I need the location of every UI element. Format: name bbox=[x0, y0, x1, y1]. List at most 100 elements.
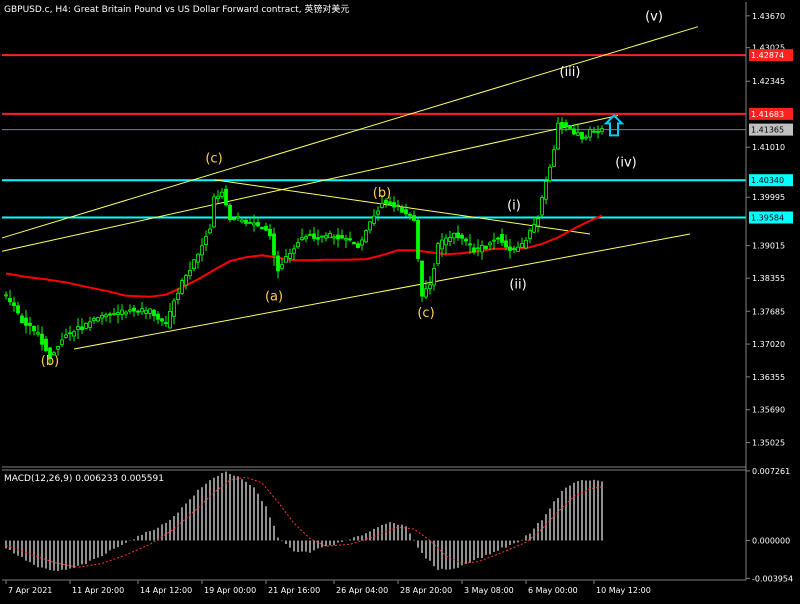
candle-body bbox=[416, 219, 420, 259]
wave-label: (c) bbox=[205, 151, 222, 166]
price-tick-label: 1.39995 bbox=[752, 193, 785, 202]
candle-body bbox=[100, 314, 104, 319]
candle-body bbox=[464, 238, 468, 242]
candle-body bbox=[452, 232, 456, 239]
price-tick-label: 1.35690 bbox=[752, 406, 785, 415]
candle-body bbox=[144, 309, 148, 314]
candle-body bbox=[208, 228, 212, 234]
candle-body bbox=[576, 132, 580, 136]
candle-body bbox=[584, 136, 588, 139]
candle-body bbox=[288, 252, 292, 259]
candle-body bbox=[92, 318, 96, 321]
candle-body bbox=[204, 236, 208, 245]
candle-body bbox=[124, 311, 128, 315]
candle-body bbox=[420, 260, 424, 297]
candle-body bbox=[224, 188, 228, 206]
candle-body bbox=[252, 222, 256, 226]
candle-body bbox=[128, 309, 132, 312]
candle-body bbox=[164, 322, 168, 324]
candle-body bbox=[436, 243, 440, 265]
candle-body bbox=[460, 234, 464, 239]
candle-body bbox=[412, 215, 416, 221]
candle-body bbox=[548, 166, 552, 182]
candle-body bbox=[372, 215, 376, 224]
candle-body bbox=[268, 228, 272, 237]
candle-body bbox=[108, 313, 112, 316]
candle-body bbox=[496, 237, 500, 240]
candle-body bbox=[248, 222, 252, 224]
level-price-label: 1.41365 bbox=[751, 126, 784, 135]
candle-body bbox=[12, 302, 16, 307]
candle-body bbox=[112, 313, 116, 315]
candle-body bbox=[132, 307, 136, 312]
candle-body bbox=[88, 321, 92, 328]
macd-tick-label: -0.003954 bbox=[752, 574, 793, 583]
candle-body bbox=[156, 313, 160, 320]
time-tick-label: 14 Apr 12:00 bbox=[140, 586, 192, 595]
candle-body bbox=[404, 209, 408, 215]
candle-body bbox=[408, 213, 412, 216]
candle-body bbox=[600, 128, 604, 133]
time-tick-label: 11 Apr 20:00 bbox=[72, 586, 124, 595]
candle-body bbox=[60, 339, 64, 345]
candle-body bbox=[68, 332, 72, 335]
price-chart: (b) (c) (a) (b) (c) (i) (ii) (iii) (iv) (v) 1.436… bbox=[0, 0, 800, 600]
candle-body bbox=[56, 346, 60, 350]
candle-body bbox=[84, 323, 88, 329]
candle-body bbox=[544, 180, 548, 200]
candle-body bbox=[24, 317, 28, 326]
candle-body bbox=[292, 248, 296, 254]
candle-body bbox=[264, 225, 268, 231]
wave-label: (i) bbox=[507, 198, 521, 213]
candle-body bbox=[136, 310, 140, 313]
candle-body bbox=[552, 149, 556, 167]
candle-body bbox=[512, 248, 516, 251]
candle-body bbox=[104, 314, 108, 318]
candle-body bbox=[220, 191, 224, 197]
candle-body bbox=[4, 294, 8, 297]
candle-body bbox=[160, 318, 164, 322]
level-price-label: 1.39584 bbox=[751, 214, 784, 223]
time-tick-label: 7 Apr 2021 bbox=[8, 586, 52, 595]
candle-body bbox=[308, 234, 312, 236]
candle-body bbox=[212, 196, 216, 228]
macd-tick-label: 0.007261 bbox=[752, 467, 790, 476]
candle-body bbox=[168, 310, 172, 329]
candle-body bbox=[376, 210, 380, 215]
candle-body bbox=[280, 264, 284, 269]
candle-body bbox=[572, 128, 576, 135]
candle-body bbox=[236, 215, 240, 219]
candle-body bbox=[344, 238, 348, 241]
candle-body bbox=[540, 197, 544, 216]
wave-label: (c) bbox=[417, 306, 434, 321]
candle-body bbox=[396, 204, 400, 207]
candle-body bbox=[80, 326, 84, 330]
chart-root: (b) (c) (a) (b) (c) (i) (ii) (iii) (iv) (v) 1.436… bbox=[0, 0, 800, 600]
candle-body bbox=[256, 222, 260, 227]
candle-body bbox=[380, 203, 384, 208]
candle-body bbox=[488, 242, 492, 246]
candle-body bbox=[456, 232, 460, 239]
candle-body bbox=[596, 131, 600, 133]
candle-body bbox=[276, 255, 280, 272]
candle-body bbox=[364, 230, 368, 243]
time-tick-label: 21 Apr 16:00 bbox=[268, 586, 320, 595]
price-tick-label: 1.38355 bbox=[752, 274, 785, 283]
candle-body bbox=[444, 237, 448, 246]
candle-body bbox=[304, 236, 308, 240]
candle-body bbox=[532, 223, 536, 233]
candle-body bbox=[336, 234, 340, 240]
candle-body bbox=[28, 322, 32, 326]
candle-body bbox=[200, 245, 204, 256]
candle-body bbox=[184, 275, 188, 286]
candle-body bbox=[368, 221, 372, 231]
candle-body bbox=[232, 218, 236, 220]
candle-body bbox=[528, 230, 532, 239]
price-tick-label: 1.37020 bbox=[752, 340, 785, 349]
candle-body bbox=[196, 253, 200, 263]
candle-body bbox=[568, 125, 572, 129]
level-price-label: 1.42874 bbox=[751, 51, 784, 60]
time-tick-label: 3 May 08:00 bbox=[464, 586, 514, 595]
candle-body bbox=[172, 300, 176, 317]
price-tick-label: 1.39015 bbox=[752, 242, 785, 251]
